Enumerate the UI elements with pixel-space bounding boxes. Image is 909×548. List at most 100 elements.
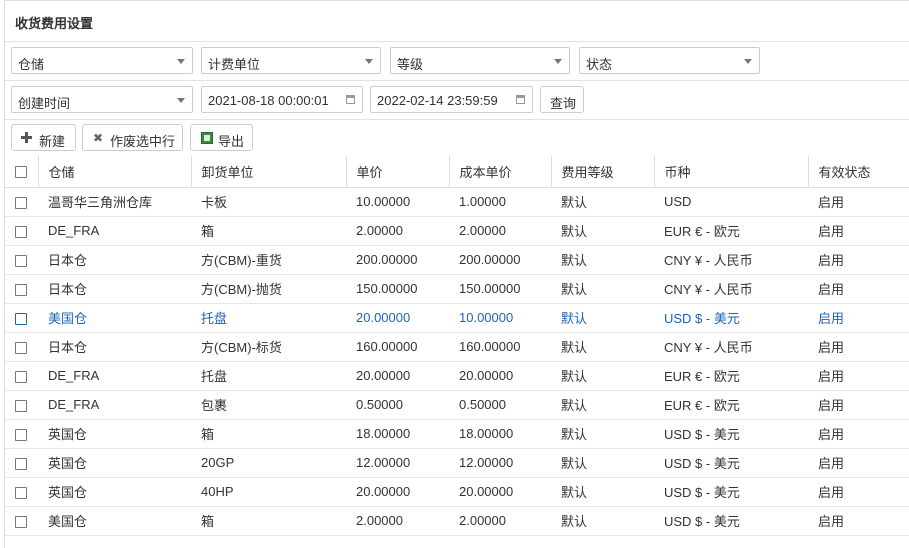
row-select-cell xyxy=(5,332,38,361)
table-row[interactable]: 美国仓 托盘 20.00000 10.00000 默认 USD $ - 美元 启用 xyxy=(5,303,909,332)
cell-unit-price: 20.00000 xyxy=(356,310,411,325)
level-select[interactable]: 等级 xyxy=(390,47,570,74)
divider xyxy=(5,80,909,81)
cell-status: 启用 xyxy=(818,282,845,297)
col-header-fee-level[interactable]: 费用等级 xyxy=(551,156,655,187)
excel-icon xyxy=(201,132,213,144)
cell-warehouse: 英国仓 xyxy=(48,456,88,471)
cell-warehouse: 英国仓 xyxy=(48,427,88,442)
cell-unit-price: 160.00000 xyxy=(356,339,418,354)
cell-warehouse: DE_FRA xyxy=(48,223,100,238)
row-checkbox[interactable] xyxy=(15,225,27,238)
status-select-value: 状态 xyxy=(586,57,613,72)
table-row[interactable]: 英国仓 40HP 20.00000 20.00000 默认 USD $ - 美元 启用 xyxy=(5,477,909,506)
cell-status: 启用 xyxy=(818,514,845,529)
cell-fee-level: 默认 xyxy=(561,427,588,442)
calendar-icon[interactable] xyxy=(346,95,355,104)
row-checkbox[interactable] xyxy=(15,254,27,267)
cell-unload-unit: 包裹 xyxy=(201,398,228,413)
select-all-checkbox[interactable] xyxy=(15,166,27,179)
table-row[interactable]: 日本仓 方(CBM)-标货 160.00000 160.00000 默认 CNY ¥ - … xyxy=(5,332,909,361)
void-selected-button[interactable]: ✖ 作废选中行 xyxy=(82,124,183,151)
cell-status: 启用 xyxy=(818,311,845,326)
level-select-value: 等级 xyxy=(397,57,424,72)
cell-cost-price: 1.00000 xyxy=(459,194,506,209)
table-row[interactable]: DE_FRA 包裹 0.50000 0.50000 默认 EUR € - 欧元 启用 xyxy=(5,390,909,419)
query-button[interactable]: 查询 xyxy=(540,86,584,113)
cell-warehouse: 温哥华三角洲仓库 xyxy=(48,195,153,210)
cell-fee-level: 默认 xyxy=(561,253,588,268)
cell-currency: EUR € - 欧元 xyxy=(664,398,740,413)
cell-unload-unit: 方(CBM)-标货 xyxy=(201,340,282,355)
cell-currency: EUR € - 欧元 xyxy=(664,224,740,239)
table-header-row: 仓储 卸货单位 单价 成本单价 费用等级 币种 有效状态 xyxy=(5,156,909,187)
row-checkbox[interactable] xyxy=(15,283,27,296)
table-row[interactable]: 英国仓 箱 18.00000 18.00000 默认 USD $ - 美元 启用 xyxy=(5,419,909,448)
table-row[interactable]: 美国仓 箱 2.00000 2.00000 默认 USD $ - 美元 启用 xyxy=(5,506,909,535)
cell-cost-price: 12.00000 xyxy=(459,455,514,470)
chevron-down-icon xyxy=(365,59,373,64)
col-header-status[interactable]: 有效状态 xyxy=(808,156,909,187)
table-row[interactable]: 温哥华三角洲仓库 卡板 10.00000 1.00000 默认 USD 启用 xyxy=(5,187,909,216)
row-select-cell xyxy=(5,390,38,419)
row-checkbox[interactable] xyxy=(15,457,27,470)
export-button[interactable]: 导出 xyxy=(190,124,253,151)
cell-warehouse: 美国仓 xyxy=(48,311,88,326)
fee-settings-panel: 收货费用设置 仓储 计费单位 等级 状态 创建时间 2021-08-18 00:… xyxy=(4,0,909,548)
cell-status: 启用 xyxy=(818,340,845,355)
cell-unload-unit: 托盘 xyxy=(201,369,228,384)
col-header-cost-price[interactable]: 成本单价 xyxy=(449,156,552,187)
warehouse-select-value: 仓储 xyxy=(18,57,45,72)
cell-fee-level: 默认 xyxy=(561,369,588,384)
select-all-cell xyxy=(5,156,39,187)
row-select-cell xyxy=(5,216,38,245)
cell-currency: USD $ - 美元 xyxy=(664,514,740,529)
cell-unit-price: 20.00000 xyxy=(356,368,411,383)
table-row[interactable]: 日本仓 方(CBM)-抛货 150.00000 150.00000 默认 CNY ¥ - … xyxy=(5,274,909,303)
table-row[interactable]: DE_FRA 箱 2.00000 2.00000 默认 EUR € - 欧元 启用 xyxy=(5,216,909,245)
row-checkbox[interactable] xyxy=(15,341,27,354)
cell-cost-price: 160.00000 xyxy=(459,339,521,354)
table-row[interactable]: 英国仓 20GP 12.00000 12.00000 默认 USD $ - 美元 启用 xyxy=(5,448,909,477)
row-checkbox[interactable] xyxy=(15,399,27,412)
cell-currency: USD $ - 美元 xyxy=(664,427,740,442)
cell-status: 启用 xyxy=(818,369,845,384)
date-to-input[interactable]: 2022-02-14 23:59:59 xyxy=(370,86,533,113)
row-checkbox[interactable] xyxy=(15,312,27,325)
cell-unload-unit: 方(CBM)-重货 xyxy=(201,253,282,268)
col-header-currency[interactable]: 币种 xyxy=(654,156,809,187)
cell-fee-level: 默认 xyxy=(561,456,588,471)
cell-fee-level: 默认 xyxy=(561,514,588,529)
date-to-value: 2022-02-14 23:59:59 xyxy=(377,93,498,108)
row-select-cell xyxy=(5,245,38,274)
cell-cost-price: 20.00000 xyxy=(459,484,514,499)
cell-cost-price: 20.00000 xyxy=(459,368,514,383)
cell-unload-unit: 卡板 xyxy=(201,195,228,210)
row-checkbox[interactable] xyxy=(15,370,27,383)
row-checkbox[interactable] xyxy=(15,486,27,499)
status-select[interactable]: 状态 xyxy=(579,47,760,74)
col-header-warehouse[interactable]: 仓储 xyxy=(38,156,192,187)
cell-warehouse: DE_FRA xyxy=(48,368,100,383)
billing-unit-select[interactable]: 计费单位 xyxy=(201,47,381,74)
cell-unload-unit: 托盘 xyxy=(201,311,228,326)
col-header-unit-price[interactable]: 单价 xyxy=(346,156,450,187)
date-from-input[interactable]: 2021-08-18 00:00:01 xyxy=(201,86,363,113)
row-checkbox[interactable] xyxy=(15,428,27,441)
created-time-select[interactable]: 创建时间 xyxy=(11,86,193,113)
cell-warehouse: 日本仓 xyxy=(48,340,88,355)
cell-unload-unit: 20GP xyxy=(201,455,235,470)
col-header-unload-unit[interactable]: 卸货单位 xyxy=(191,156,347,187)
row-checkbox[interactable] xyxy=(15,515,27,528)
warehouse-select[interactable]: 仓储 xyxy=(11,47,193,74)
row-checkbox[interactable] xyxy=(15,196,27,209)
query-button-label: 查询 xyxy=(550,96,577,111)
table-row[interactable]: 日本仓 方(CBM)-重货 200.00000 200.00000 默认 CNY ¥ - … xyxy=(5,245,909,274)
row-select-cell xyxy=(5,274,38,303)
cell-unit-price: 10.00000 xyxy=(356,194,411,209)
new-button[interactable]: 新建 xyxy=(11,124,76,151)
page-title: 收货费用设置 xyxy=(15,16,94,31)
table-row[interactable]: DE_FRA 托盘 20.00000 20.00000 默认 EUR € - 欧元 启用 xyxy=(5,361,909,390)
cell-warehouse: 日本仓 xyxy=(48,253,88,268)
calendar-icon[interactable] xyxy=(516,95,525,104)
